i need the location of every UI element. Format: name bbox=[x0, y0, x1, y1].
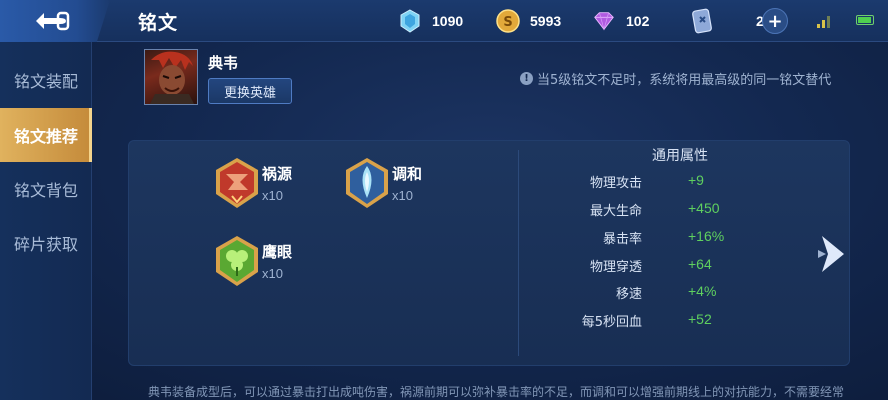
attribute-value: +52 bbox=[688, 311, 712, 327]
rune-info: 祸源 x10 bbox=[262, 163, 292, 203]
attribute-name: 物理攻击 bbox=[589, 176, 642, 191]
chevron-right-icon bbox=[818, 236, 844, 272]
attribute-name: 最大生命 bbox=[589, 204, 642, 219]
red-rune-icon bbox=[216, 158, 258, 208]
rune-name: 祸源 bbox=[262, 165, 293, 183]
purple-gem-icon bbox=[592, 9, 616, 33]
rune-count: x10 bbox=[262, 266, 283, 281]
rune-item[interactable]: 祸源 x10 bbox=[212, 156, 292, 210]
rune-info: 鹰眼 x10 bbox=[262, 241, 292, 281]
sidebar-item-fragments[interactable]: 碎片获取 bbox=[0, 216, 92, 270]
rune-item[interactable]: 调和 x10 bbox=[342, 156, 422, 210]
page-title: 铭文 bbox=[138, 12, 179, 34]
diamond-count: 1090 bbox=[432, 13, 464, 29]
battery-icon bbox=[856, 15, 874, 25]
signal-icon bbox=[817, 14, 833, 28]
rune-screen: 铭文 1090 S 5993 102 2 + 铭文装配 铭文推荐 铭文背包 碎片… bbox=[0, 0, 888, 400]
attributes-title: 通用属性 bbox=[652, 148, 708, 164]
sidebar-item-label: 碎片获取 bbox=[13, 235, 78, 254]
gold-coin-icon: S bbox=[496, 9, 520, 33]
attribute-row: 物理攻击 +9 bbox=[560, 172, 760, 192]
rune-description: 典韦装备成型后，可以通过暴击打出成吨伤害，祸源前期可以弥补暴击率的不足，而调和可… bbox=[148, 385, 845, 399]
top-bar: 铭文 1090 S 5993 102 2 + bbox=[0, 0, 888, 42]
card-icon bbox=[690, 8, 714, 34]
attribute-name: 移速 bbox=[615, 287, 642, 302]
attribute-row: 每5秒回血 +52 bbox=[560, 311, 760, 331]
tip-label: 当5级铭文不足时，系统将用最高级的同一铭文替代 bbox=[537, 73, 832, 88]
attribute-name: 暴击率 bbox=[602, 232, 642, 247]
svg-text:S: S bbox=[503, 15, 512, 30]
green-rune-icon bbox=[216, 236, 258, 286]
coin-count: 5993 bbox=[530, 13, 562, 29]
attribute-row: 最大生命 +450 bbox=[560, 200, 760, 220]
attribute-name: 每5秒回血 bbox=[581, 315, 642, 330]
panel-divider bbox=[518, 150, 519, 356]
plus-icon: + bbox=[767, 10, 783, 32]
hero-name: 典韦 bbox=[208, 54, 239, 72]
next-page-button[interactable] bbox=[816, 232, 848, 276]
sidebar-item-rune-bag[interactable]: 铭文背包 bbox=[0, 162, 92, 216]
gem-count: 102 bbox=[626, 13, 650, 29]
sidebar-item-rune-equip[interactable]: 铭文装配 bbox=[0, 53, 92, 107]
rune-name: 鹰眼 bbox=[262, 243, 293, 261]
attribute-value: +64 bbox=[688, 256, 712, 272]
rune-count: x10 bbox=[392, 188, 413, 203]
rune-info: 调和 x10 bbox=[392, 163, 422, 203]
diamond-icon bbox=[398, 9, 422, 33]
card-currency: 2 bbox=[690, 7, 764, 35]
sidebar-item-rune-recommend[interactable]: 铭文推荐 bbox=[0, 108, 92, 162]
info-icon: ! bbox=[520, 72, 533, 85]
gem-currency: 102 bbox=[592, 7, 649, 35]
sidebar-item-label: 铭文推荐 bbox=[13, 127, 78, 146]
attribute-value: +9 bbox=[688, 172, 704, 188]
attribute-name: 物理穿透 bbox=[589, 260, 642, 275]
sidebar-item-label: 铭文背包 bbox=[13, 181, 78, 200]
back-arrow-icon bbox=[36, 11, 70, 31]
sidebar: 铭文装配 铭文推荐 铭文背包 碎片获取 bbox=[0, 42, 92, 400]
tip-text: ! 当5级铭文不足时，系统将用最高级的同一铭文替代 bbox=[520, 69, 831, 88]
sidebar-item-label: 铭文装配 bbox=[13, 72, 78, 91]
attribute-value: +450 bbox=[688, 200, 720, 216]
diamond-currency: 1090 bbox=[398, 7, 463, 35]
blue-rune-icon bbox=[346, 158, 388, 208]
change-hero-button[interactable]: 更换英雄 bbox=[208, 78, 292, 104]
attribute-row: 暴击率 +16% bbox=[560, 228, 760, 248]
rune-item[interactable]: 鹰眼 x10 bbox=[212, 234, 292, 288]
add-currency-button[interactable]: + bbox=[762, 8, 788, 34]
attribute-value: +4% bbox=[688, 283, 717, 299]
rune-count: x10 bbox=[262, 188, 283, 203]
hero-avatar[interactable] bbox=[144, 49, 198, 105]
attribute-row: 移速 +4% bbox=[560, 283, 760, 303]
coin-currency: S 5993 bbox=[496, 7, 561, 35]
back-button[interactable] bbox=[0, 0, 110, 42]
attribute-value: +16% bbox=[688, 228, 725, 244]
attribute-row: 物理穿透 +64 bbox=[560, 256, 760, 276]
rune-name: 调和 bbox=[392, 165, 423, 183]
